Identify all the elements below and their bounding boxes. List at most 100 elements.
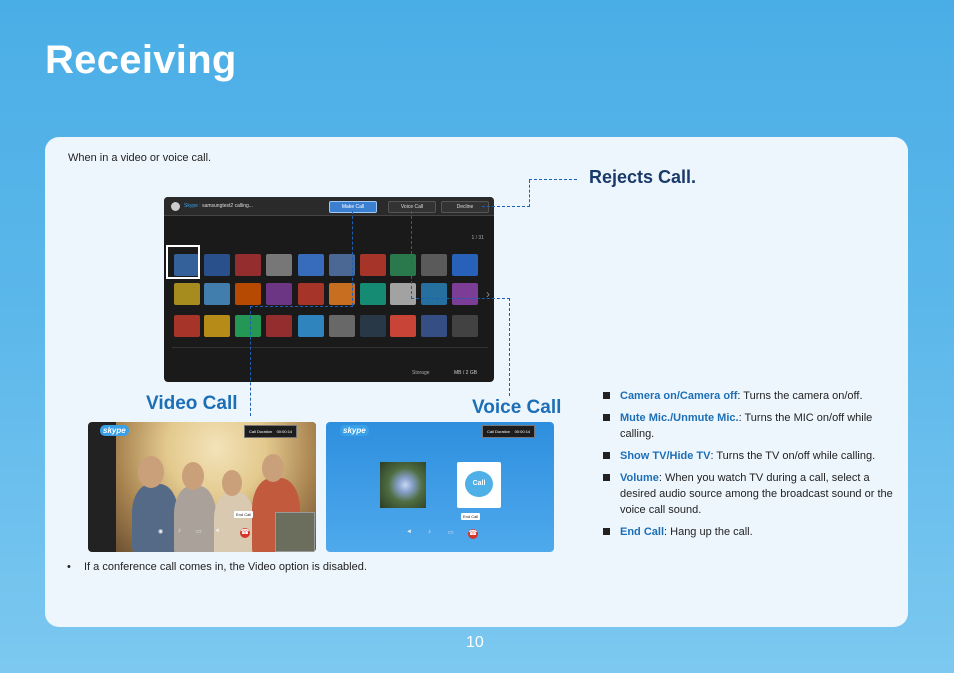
- note-bullet: •: [67, 561, 71, 573]
- tv-storage-value: MB / 2 GB: [454, 370, 478, 376]
- video-call-label: Video Call: [146, 393, 238, 414]
- page-title: Receiving: [45, 38, 237, 82]
- tv-app-tile[interactable]: [390, 254, 416, 276]
- tv-app-tile[interactable]: [452, 283, 478, 305]
- list-item: Show TV/Hide TV: Turns the TV on/off whi…: [603, 448, 903, 464]
- feature-term: Volume: [620, 472, 659, 484]
- tv-storage-label: Storage: [412, 370, 430, 376]
- list-item: End Call: Hang up the call.: [603, 524, 903, 540]
- feature-desc: : Turns the TV on/off while calling.: [710, 450, 876, 462]
- feature-term: Mute Mic./Unmute Mic.: [620, 412, 739, 424]
- tv-app-tile[interactable]: [298, 283, 324, 305]
- callout-line: [250, 306, 251, 416]
- camera-icon[interactable]: ◉: [158, 528, 163, 535]
- end-call-tooltip: End Call: [461, 513, 481, 520]
- tv-app-tile[interactable]: [266, 283, 292, 305]
- tv-incoming-call-screen: Skype : samsungtest2 calling... Make Cal…: [164, 197, 494, 382]
- tv-app-tile[interactable]: [266, 315, 292, 337]
- call-bubble-icon: Call: [465, 471, 493, 497]
- mic-icon[interactable]: ♪: [178, 528, 181, 534]
- feature-desc: : Turns the camera on/off.: [737, 390, 863, 402]
- decline-button[interactable]: Decline: [441, 201, 489, 213]
- call-duration: Call Duration 00:00:14: [244, 425, 298, 438]
- tv-app-tile[interactable]: [360, 315, 386, 337]
- self-view-pip: [275, 512, 315, 552]
- voice-call-label: Voice Call: [472, 397, 562, 418]
- call-duration-label: Call Duration: [487, 429, 511, 434]
- end-call-button[interactable]: ☎: [468, 529, 478, 539]
- tv-app-tile[interactable]: [174, 315, 200, 337]
- tv-app-tile[interactable]: [204, 283, 230, 305]
- tv-app-tile[interactable]: [452, 254, 478, 276]
- caller-text: Skype : samsungtest2 calling...: [184, 203, 253, 209]
- volume-icon[interactable]: ◄: [406, 529, 412, 535]
- voice-call-button[interactable]: Voice Call: [388, 201, 436, 213]
- list-item: Mute Mic./Unmute Mic.: Turns the MIC on/…: [603, 410, 903, 442]
- feature-term: Show TV/Hide TV: [620, 450, 711, 462]
- bullet-square-icon: [603, 392, 610, 399]
- bullet-square-icon: [603, 414, 610, 421]
- tv-app-tile[interactable]: [329, 315, 355, 337]
- voice-call-screen: skype Call Duration 00:00:14 Call End Ca…: [326, 422, 554, 552]
- tv-app-tile[interactable]: [174, 283, 200, 305]
- skype-prefix: Skype :: [184, 203, 201, 209]
- tv-app-tile[interactable]: [360, 254, 386, 276]
- tv-app-tile[interactable]: [452, 315, 478, 337]
- page-number: 10: [466, 634, 484, 651]
- tv-app-tile[interactable]: [298, 254, 324, 276]
- tv-app-tile[interactable]: [390, 315, 416, 337]
- feature-list: Camera on/Camera off: Turns the camera o…: [603, 388, 903, 546]
- video-call-screen: skype Call Duration 00:00:14 End Call ◉ …: [88, 422, 316, 552]
- bullet-square-icon: [603, 474, 610, 481]
- tv-call-bar: Skype : samsungtest2 calling... Make Cal…: [164, 197, 494, 216]
- caller-photo: [380, 462, 426, 508]
- tv-app-tile[interactable]: [235, 283, 261, 305]
- callout-line: [529, 179, 577, 180]
- end-call-tooltip: End Call: [234, 511, 254, 518]
- note-text: If a conference call comes in, the Video…: [84, 561, 367, 573]
- mic-icon[interactable]: ♪: [428, 529, 431, 535]
- tv-app-tile[interactable]: [235, 254, 261, 276]
- skype-call-avatar: Call: [457, 462, 501, 508]
- callout-line: [482, 206, 530, 207]
- call-duration-label: Call Duration: [249, 429, 273, 434]
- bullet-square-icon: [603, 452, 610, 459]
- list-item: Volume: When you watch TV during a call,…: [603, 470, 903, 518]
- rejects-call-label: Rejects Call.: [589, 167, 697, 187]
- tv-app-tile[interactable]: [204, 254, 230, 276]
- callout-line: [250, 306, 353, 307]
- tv-app-tile[interactable]: [235, 315, 261, 337]
- tv-app-tile[interactable]: [266, 254, 292, 276]
- intro-text: When in a video or voice call.: [68, 152, 212, 164]
- volume-icon[interactable]: ◄: [214, 528, 220, 534]
- skype-logo: skype: [100, 425, 129, 436]
- feature-desc: : When you watch TV during a call, selec…: [620, 472, 893, 516]
- feature-desc: : Hang up the call.: [664, 526, 753, 538]
- bullet-square-icon: [603, 528, 610, 535]
- list-item: Camera on/Camera off: Turns the camera o…: [603, 388, 903, 404]
- tv-app-tile[interactable]: [421, 254, 447, 276]
- callout-line: [509, 298, 510, 396]
- tv-app-tile[interactable]: [298, 315, 324, 337]
- end-call-button[interactable]: ☎: [240, 528, 250, 538]
- tv-app-tile[interactable]: [421, 315, 447, 337]
- make-call-button[interactable]: Make Call: [329, 201, 377, 213]
- caller-name: samsungtest2 calling...: [202, 203, 253, 209]
- tv-focused-app[interactable]: [166, 245, 200, 279]
- callout-line: [411, 211, 412, 299]
- call-duration: Call Duration 00:00:14: [482, 425, 536, 438]
- feature-term: Camera on/Camera off: [620, 390, 738, 402]
- tv-app-tile[interactable]: [390, 283, 416, 305]
- tv-app-tile[interactable]: [204, 315, 230, 337]
- call-duration-value: 00:00:14: [276, 429, 293, 434]
- callout-line: [529, 180, 530, 207]
- tv-app-tile[interactable]: [421, 283, 447, 305]
- callout-line: [411, 298, 510, 299]
- tv-icon[interactable]: ▭: [196, 528, 202, 535]
- tv-icon[interactable]: ▭: [448, 529, 454, 536]
- tv-app-tile[interactable]: [360, 283, 386, 305]
- call-duration-value: 00:00:14: [514, 429, 531, 434]
- callout-line: [352, 211, 353, 306]
- caller-avatar-icon: [171, 202, 180, 211]
- tv-page-indicator: 1 / 31: [471, 235, 484, 241]
